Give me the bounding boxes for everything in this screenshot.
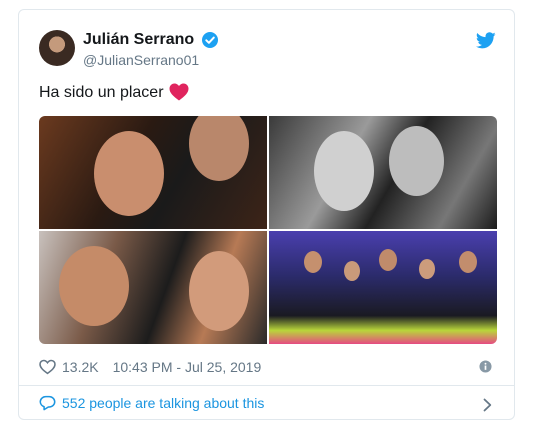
heart-emoji-icon [169, 83, 189, 106]
avatar[interactable] [39, 30, 75, 66]
photo-1[interactable] [39, 116, 267, 229]
like-count[interactable]: 13.2K [62, 359, 99, 375]
tweet-card: Julián Serrano @JulianSerrano01 Ha sido … [18, 9, 515, 420]
author-name[interactable]: Julián Serrano [83, 31, 194, 49]
photo-3[interactable] [39, 231, 267, 344]
photo-2[interactable] [269, 116, 497, 229]
chevron-right-icon[interactable] [483, 398, 492, 417]
divider [19, 385, 514, 386]
tweet-meta: 13.2K 10:43 PM - Jul 25, 2019 [39, 357, 261, 377]
photo-4[interactable] [269, 231, 497, 344]
tweet-timestamp[interactable]: 10:43 PM - Jul 25, 2019 [113, 359, 262, 375]
media-grid [39, 116, 497, 344]
conversation-link[interactable]: 552 people are talking about this [39, 395, 264, 411]
heart-outline-icon[interactable] [39, 359, 62, 375]
verified-badge-icon [202, 32, 218, 48]
tweet-text: Ha sido un placer [39, 84, 164, 101]
twitter-bird-icon[interactable] [475, 32, 496, 54]
info-icon[interactable] [479, 360, 492, 378]
conversation-label: 552 people are talking about this [62, 395, 265, 411]
speech-bubble-icon [39, 395, 62, 411]
author-handle[interactable]: @JulianSerrano01 [83, 52, 199, 68]
